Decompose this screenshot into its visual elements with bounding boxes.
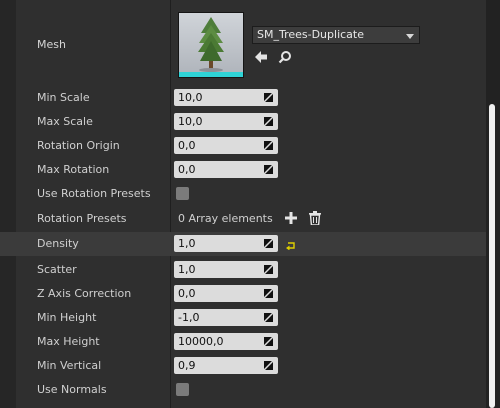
row-max-height: Max Height 10000,0 [0, 330, 486, 354]
search-icon [278, 51, 291, 64]
scrollbar-track[interactable] [486, 0, 500, 408]
resize-handle-icon[interactable] [264, 361, 273, 370]
reset-to-default-button[interactable] [286, 240, 296, 253]
min-scale-label: Min Scale [37, 91, 90, 104]
row-max-scale: Max Scale 10,0 [0, 110, 486, 134]
resize-handle-icon[interactable] [264, 239, 273, 248]
mesh-row: Mesh SM_Trees-Duplicate [16, 0, 486, 84]
chevron-down-icon [406, 34, 414, 39]
resize-handle-icon[interactable] [264, 313, 273, 322]
use-selected-asset-button[interactable] [254, 50, 268, 67]
row-use-rotation-presets: Use Rotation Presets [0, 182, 486, 206]
mesh-thumbnail[interactable] [178, 12, 244, 78]
trash-icon [309, 211, 321, 226]
row-z-axis-correction: Z Axis Correction 0,0 [0, 282, 486, 306]
max-rotation-field[interactable]: 0,0 [174, 161, 278, 178]
browse-asset-button[interactable] [278, 50, 292, 67]
row-max-rotation: Max Rotation 0,0 [0, 158, 486, 182]
density-value: 1,0 [178, 237, 196, 250]
density-label: Density [37, 237, 79, 250]
use-normals-checkbox[interactable] [176, 383, 189, 396]
scrollbar-thumb[interactable] [489, 104, 495, 408]
row-use-normals: Use Normals [0, 378, 486, 402]
use-rotation-presets-checkbox[interactable] [176, 187, 189, 200]
scatter-field[interactable]: 1,0 [174, 261, 278, 278]
max-height-value: 10000,0 [178, 335, 224, 348]
z-axis-correction-field[interactable]: 0,0 [174, 285, 278, 302]
row-min-height: Min Height -1,0 [0, 306, 486, 330]
rotation-origin-field[interactable]: 0,0 [174, 137, 278, 154]
mesh-asset-combo[interactable]: SM_Trees-Duplicate [252, 26, 420, 44]
row-min-scale: Min Scale 10,0 [0, 86, 486, 110]
row-rotation-presets: Rotation Presets 0 Array elements [0, 207, 486, 231]
resize-handle-icon[interactable] [264, 117, 273, 126]
reset-arrow-icon [286, 242, 295, 251]
density-field[interactable]: 1,0 [174, 235, 278, 252]
mesh-label: Mesh [37, 38, 66, 51]
plus-icon [285, 212, 297, 224]
min-height-field[interactable]: -1,0 [174, 309, 278, 326]
max-scale-value: 10,0 [178, 115, 203, 128]
row-min-vertical: Min Vertical 0,9 [0, 354, 486, 378]
min-height-value: -1,0 [178, 311, 200, 324]
max-height-label: Max Height [37, 335, 100, 348]
resize-handle-icon[interactable] [264, 165, 273, 174]
add-element-button[interactable] [285, 212, 297, 227]
use-normals-label: Use Normals [37, 383, 107, 396]
resize-handle-icon[interactable] [264, 93, 273, 102]
rotation-presets-label: Rotation Presets [37, 212, 127, 225]
max-scale-label: Max Scale [37, 115, 93, 128]
min-scale-value: 10,0 [178, 91, 203, 104]
empty-array-button[interactable] [309, 211, 321, 228]
rotation-origin-value: 0,0 [178, 139, 196, 152]
row-rotation-origin: Rotation Origin 0,0 [0, 134, 486, 158]
min-vertical-value: 0,9 [178, 359, 196, 372]
max-rotation-value: 0,0 [178, 163, 196, 176]
resize-handle-icon[interactable] [264, 289, 273, 298]
thumbnail-base [179, 72, 243, 77]
scatter-label: Scatter [37, 263, 77, 276]
max-scale-field[interactable]: 10,0 [174, 113, 278, 130]
min-vertical-label: Min Vertical [37, 359, 102, 372]
max-height-field[interactable]: 10000,0 [174, 333, 278, 350]
row-scatter: Scatter 1,0 [0, 258, 486, 282]
z-axis-correction-value: 0,0 [178, 287, 196, 300]
rotation-origin-label: Rotation Origin [37, 139, 120, 152]
use-rotation-presets-label: Use Rotation Presets [37, 187, 151, 200]
min-vertical-field[interactable]: 0,9 [174, 357, 278, 374]
array-elements-count: 0 Array elements [178, 212, 273, 225]
row-density: Density 1,0 [0, 232, 486, 256]
resize-handle-icon[interactable] [264, 337, 273, 346]
scatter-value: 1,0 [178, 263, 196, 276]
mesh-asset-name: SM_Trees-Duplicate [257, 28, 364, 41]
arrow-left-icon [255, 51, 267, 63]
resize-handle-icon[interactable] [264, 141, 273, 150]
max-rotation-label: Max Rotation [37, 163, 110, 176]
resize-handle-icon[interactable] [264, 265, 273, 274]
min-scale-field[interactable]: 10,0 [174, 89, 278, 106]
min-height-label: Min Height [37, 311, 97, 324]
tree-icon [198, 17, 224, 72]
z-axis-correction-label: Z Axis Correction [37, 287, 132, 300]
